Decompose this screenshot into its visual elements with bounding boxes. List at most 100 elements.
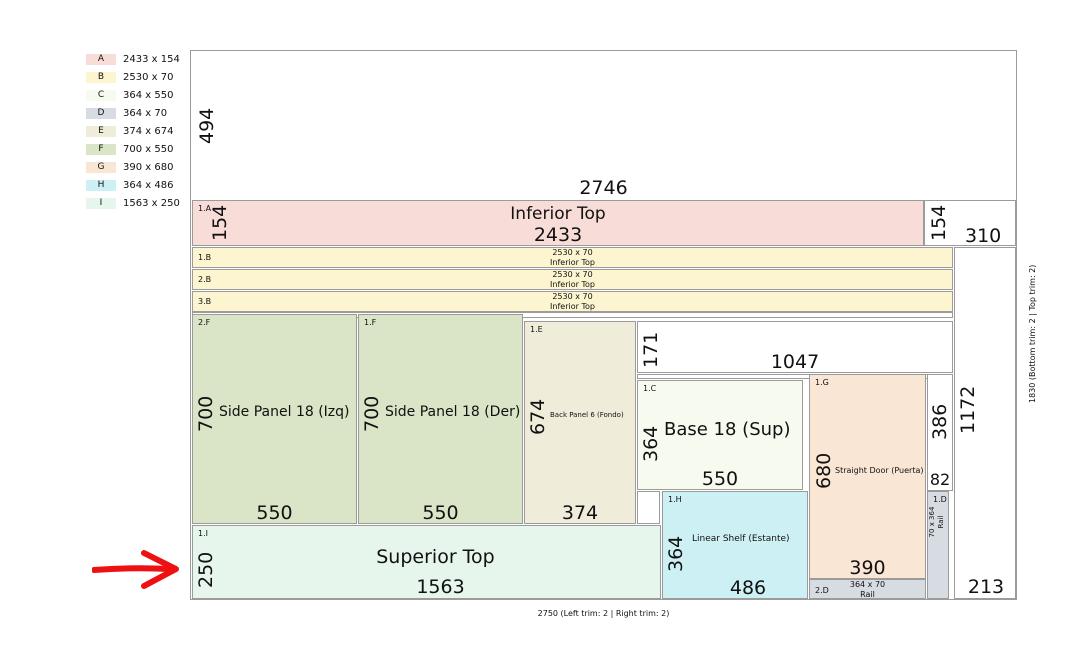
legend-label: 2530 x 70 [123,71,174,83]
legend-label: 364 x 486 [123,179,174,191]
piece-2b[interactable]: 2.B 2530 x 70 Inferior Top [192,269,953,290]
legend-swatch: H [86,179,116,191]
width-label: 1047 [770,351,820,373]
legend-swatch: E [86,125,116,137]
piece-dims: 364 x 70 [849,580,886,589]
legend-label: 374 x 674 [123,125,174,137]
width-label: 82 [929,470,951,489]
height-label: 364 [665,535,687,572]
piece-name: Rail [860,590,875,599]
piece-1b[interactable]: 1.B 2530 x 70 Inferior Top [192,247,953,268]
legend-swatch: F [86,143,116,155]
height-label: 700 [361,395,383,432]
height-label: 674 [527,398,549,435]
piece-dims: 2530 x 70 [552,270,593,279]
width-label: 213 [967,576,1005,598]
waste-right: 1172 213 [954,247,1016,599]
legend-row: G 390 x 680 [86,158,180,176]
piece-id: 1.F [364,318,377,327]
height-label: 700 [195,395,217,432]
height-label: 680 [813,452,835,489]
piece-name: Side Panel 18 (Izq) [219,404,350,420]
piece-name: Inferior Top [550,258,595,267]
height-label: 364 [640,425,662,462]
piece-1d[interactable]: 1.D 70 x 364 Rail [927,491,949,599]
piece-name: Rail [937,515,945,529]
trim-bottom-label: 2750 (Left trim: 2 | Right trim: 2) [537,609,670,618]
trim-side-label: 1830 (Bottom trim: 2 | Top trim: 2) [1028,264,1037,403]
height-label: 386 [929,403,951,440]
piece-name: Side Panel 18 (Der) [385,404,521,420]
legend: A 2433 x 154 B 2530 x 70 C 364 x 550 D 3… [86,50,180,212]
piece-dims: 2530 x 70 [552,292,593,301]
height-label: 494 [196,107,218,144]
piece-name: Linear Shelf (Estante) [692,534,790,544]
piece-3b[interactable]: 3.B 2530 x 70 Inferior Top [192,291,953,312]
piece-name: Superior Top [376,546,495,568]
legend-row: B 2530 x 70 [86,68,180,86]
width-label: 550 [422,502,459,524]
height-label: 1172 [957,385,979,434]
legend-label: 700 x 550 [123,143,174,155]
legend-swatch: B [86,71,116,83]
piece-id: 1.H [668,495,682,504]
piece-1i[interactable]: 1.I 250 Superior Top 1563 [192,525,661,599]
width-label: 550 [256,502,293,524]
piece-label: 364 x 70 Rail [810,580,925,599]
width-label: 310 [965,225,1002,246]
legend-swatch: G [86,161,116,173]
piece-name: Inferior Top [550,302,595,311]
piece-1h[interactable]: 1.H 364 Linear Shelf (Estante) 486 [662,491,808,599]
piece-1f[interactable]: 1.F 700 Side Panel 18 (Der) 550 [358,314,523,524]
legend-row: I 1563 x 250 [86,194,180,212]
legend-swatch: A [86,53,116,65]
height-label: 154 [928,204,950,241]
piece-dims: 70 x 364 [928,506,936,538]
waste-small [637,491,660,524]
piece-2f[interactable]: 2.F 700 Side Panel 18 (Izq) 550 [192,314,357,524]
width-label: 374 [561,502,599,524]
piece-label: 70 x 364 Rail [928,492,946,562]
red-arrow-icon [92,550,179,589]
legend-label: 2433 x 154 [123,53,180,65]
piece-dims: 2530 x 70 [552,248,593,257]
piece-label: 2530 x 70 Inferior Top [193,270,952,289]
legend-row: F 700 x 550 [86,140,180,158]
legend-row: D 364 x 70 [86,104,180,122]
legend-row: H 364 x 486 [86,176,180,194]
piece-1g[interactable]: 1.G 680 Straight Door (Puerta) 390 [809,374,926,579]
legend-row: A 2433 x 154 [86,50,180,68]
piece-id: 1.E [530,325,543,334]
cutting-board: 494 2746 1.A 154 Inferior Top 2433 154 3… [190,50,1017,600]
piece-name: Back Panel 6 (Fondo) [550,411,624,419]
piece-name: Base 18 (Sup) [664,419,791,440]
width-label: 550 [701,468,739,490]
waste-col: 386 82 [927,374,953,491]
legend-row: E 374 x 674 [86,122,180,140]
waste-mid: 171 1047 [637,321,953,373]
waste-top: 494 2746 [191,51,1016,200]
piece-name: Straight Door (Puerta) [835,466,924,475]
legend-label: 390 x 680 [123,161,174,173]
piece-name: Inferior Top [510,204,606,224]
piece-label: 2530 x 70 Inferior Top [193,292,952,311]
width-label: 2433 [533,224,583,246]
width-label: 486 [729,577,767,599]
waste-right-a: 154 310 [924,200,1016,246]
piece-2d[interactable]: 2.D 364 x 70 Rail [809,579,926,599]
width-label: 390 [849,557,886,579]
piece-label: 2530 x 70 Inferior Top [193,248,952,267]
legend-swatch: I [86,197,116,209]
legend-swatch: D [86,107,116,119]
piece-id: 2.F [198,318,211,327]
width-label: 1563 [416,576,465,598]
piece-1a[interactable]: 1.A 154 Inferior Top 2433 [192,200,924,246]
width-label: 2746 [579,177,628,199]
piece-1e[interactable]: 1.E 674 Back Panel 6 (Fondo) 374 [524,321,636,524]
piece-id: 1.G [815,378,829,387]
piece-1c[interactable]: 1.C 364 Base 18 (Sup) 550 [637,380,803,490]
piece-id: 1.C [643,384,657,393]
piece-name: Inferior Top [550,280,595,289]
legend-label: 1563 x 250 [123,197,180,209]
legend-label: 364 x 550 [123,89,174,101]
